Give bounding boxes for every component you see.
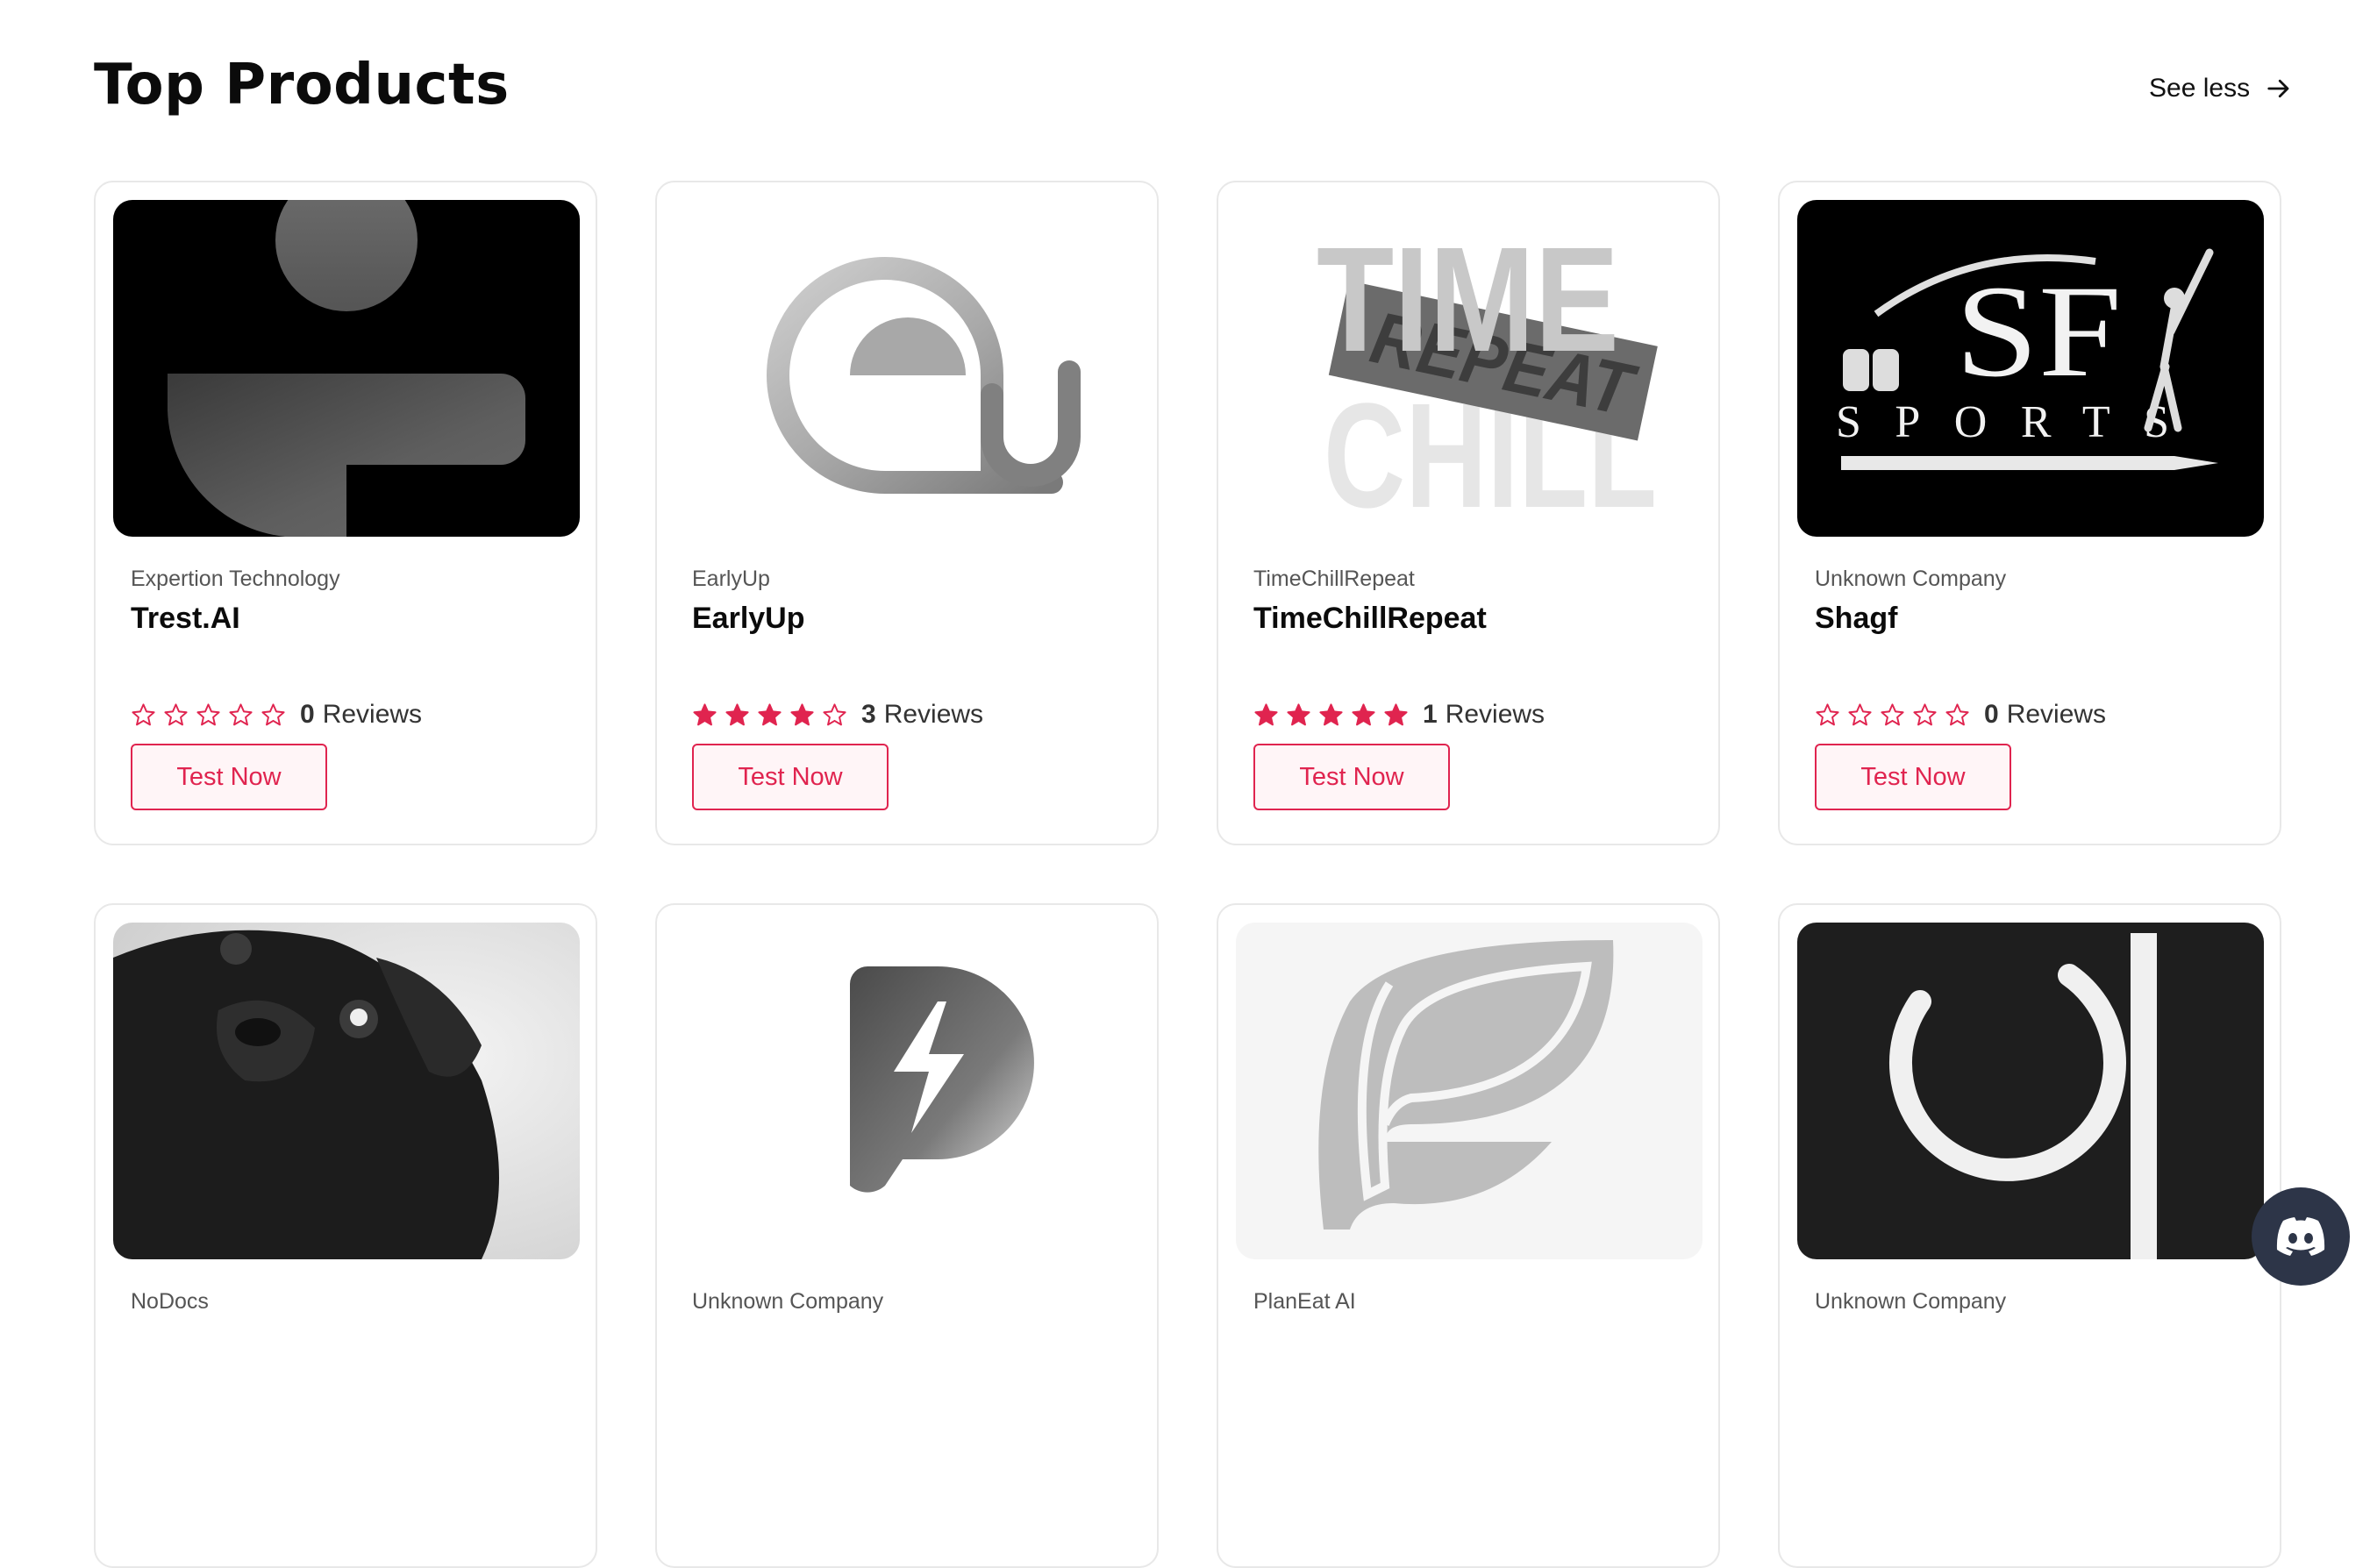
sf-sports-logo: SF SPORTS: [1797, 200, 2264, 537]
pug-photo: [113, 923, 580, 1259]
star-rating: [1815, 702, 1970, 728]
review-label: Reviews: [2006, 700, 2107, 729]
star-outline-icon: [229, 702, 253, 725]
product-thumbnail: [1797, 923, 2264, 1259]
star-filled-icon: [1287, 702, 1310, 725]
discord-button[interactable]: [2252, 1187, 2350, 1286]
product-name: EarlyUp: [692, 602, 805, 635]
discord-icon: [2276, 1217, 2325, 1256]
star-filled-icon: [1352, 702, 1375, 725]
review-count: 1: [1423, 700, 1438, 729]
company-name: PlanEat AI: [1253, 1289, 1356, 1314]
ai-ring-logo: [1797, 923, 2264, 1259]
rating: 1 Reviews: [1253, 700, 1545, 730]
timechillrepeat-logo: CHILL REPEAT TIME: [1236, 200, 1703, 537]
company-name: Expertion Technology: [131, 567, 340, 591]
star-rating: [131, 702, 286, 728]
product-thumbnail: SF SPORTS: [1797, 200, 2264, 537]
company-name: NoDocs: [131, 1289, 209, 1314]
rating: 0 Reviews: [1815, 700, 2106, 730]
star-outline-icon: [823, 702, 846, 725]
star-outline-icon: [1881, 702, 1904, 725]
product-name: Shagf: [1815, 602, 1898, 635]
product-card[interactable]: Expertion Technology Trest.AI 0 Reviews …: [94, 181, 597, 845]
test-now-button[interactable]: Test Now: [692, 744, 889, 810]
star-filled-icon: [725, 702, 749, 725]
product-thumbnail: [675, 200, 1141, 537]
product-thumbnail: [113, 923, 580, 1259]
company-name: Unknown Company: [692, 1289, 884, 1314]
product-name: Trest.AI: [131, 602, 240, 635]
company-name: Unknown Company: [1815, 567, 2007, 591]
see-less-link[interactable]: See less: [2149, 74, 2292, 103]
star-filled-icon: [1384, 702, 1408, 725]
planeat-leaf-logo: [1236, 923, 1703, 1259]
product-card[interactable]: CHILL REPEAT TIME TimeChillRepeat TimeCh…: [1217, 181, 1720, 845]
company-name: EarlyUp: [692, 567, 770, 591]
star-filled-icon: [758, 702, 782, 725]
star-outline-icon: [132, 702, 155, 725]
see-less-label: See less: [2149, 74, 2251, 103]
product-thumbnail: [675, 923, 1141, 1259]
test-now-button[interactable]: Test Now: [1253, 744, 1450, 810]
trest-ai-logo: [113, 200, 580, 537]
product-thumbnail: [113, 200, 580, 537]
star-outline-icon: [261, 702, 285, 725]
star-outline-icon: [196, 702, 220, 725]
product-card[interactable]: SF SPORTS Unknown Company Shagf 0 Review…: [1778, 181, 2281, 845]
earlyup-logo: [675, 200, 1141, 537]
logo-mark-sf: SF: [1955, 259, 2122, 404]
star-rating: [1253, 702, 1409, 728]
product-card[interactable]: PlanEat AI: [1217, 903, 1720, 1568]
product-card[interactable]: Unknown Company: [1778, 903, 2281, 1568]
star-outline-icon: [1816, 702, 1839, 725]
review-label: Reviews: [883, 700, 984, 729]
star-outline-icon: [1913, 702, 1937, 725]
review-count: 3: [861, 700, 876, 729]
company-name: TimeChillRepeat: [1253, 567, 1415, 591]
logo-word-time: TIME: [1317, 217, 1619, 383]
product-card[interactable]: NoDocs: [94, 903, 597, 1568]
review-label: Reviews: [1445, 700, 1545, 729]
company-name: Unknown Company: [1815, 1289, 2007, 1314]
star-outline-icon: [164, 702, 188, 725]
rating: 3 Reviews: [692, 700, 983, 730]
test-now-button[interactable]: Test Now: [1815, 744, 2011, 810]
star-outline-icon: [1945, 702, 1969, 725]
star-filled-icon: [1319, 702, 1343, 725]
product-name: TimeChillRepeat: [1253, 602, 1487, 635]
product-thumbnail: [1236, 923, 1703, 1259]
test-now-button[interactable]: Test Now: [131, 744, 327, 810]
product-card[interactable]: Unknown Company: [655, 903, 1159, 1568]
arrow-right-icon: [2267, 79, 2289, 98]
star-outline-icon: [1848, 702, 1872, 725]
star-filled-icon: [790, 702, 814, 725]
page: Top Products See less Expertion Technolo…: [0, 0, 2370, 1568]
review-count: 0: [300, 700, 315, 729]
rating: 0 Reviews: [131, 700, 422, 730]
page-title: Top Products: [94, 53, 510, 118]
star-filled-icon: [693, 702, 717, 725]
review-count: 0: [1984, 700, 1999, 729]
star-rating: [692, 702, 847, 728]
product-grid: Expertion Technology Trest.AI 0 Reviews …: [94, 181, 2281, 1568]
product-thumbnail: CHILL REPEAT TIME: [1236, 200, 1703, 537]
product-card[interactable]: EarlyUp EarlyUp 3 Reviews Test Now: [655, 181, 1159, 845]
bolt-p-logo: [675, 923, 1141, 1259]
star-filled-icon: [1254, 702, 1278, 725]
review-label: Reviews: [322, 700, 423, 729]
